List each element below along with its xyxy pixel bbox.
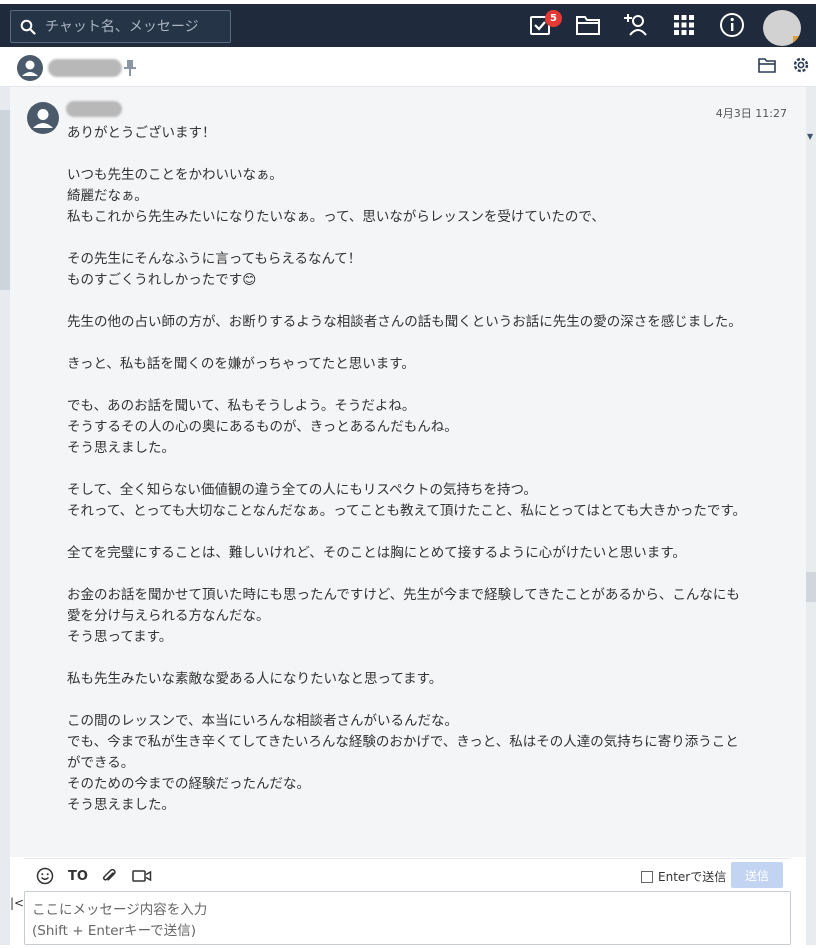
top-edge: [0, 0, 816, 4]
room-header: [0, 47, 816, 87]
message-blank-line: [67, 228, 747, 249]
search-input[interactable]: [45, 18, 225, 35]
message-line: この間のレッスンで、本当にいろんな相談者さんがいるんだな。: [67, 713, 458, 729]
avatar-tag: [793, 36, 801, 46]
message-line: でも、今まで私が生き辛くてしてきたいろんな経験のおかげで、きっと、私はその人達の…: [67, 734, 739, 771]
message-line: ありがとうございます！: [67, 125, 216, 141]
message-line: お金のお話を聞かせて頂いた時にも思ったんですけど、先生が今まで経験してきたことが…: [67, 587, 740, 624]
enter-send-checkbox[interactable]: [641, 870, 653, 883]
right-panel-edge: [806, 87, 816, 945]
message-line: そのための今までの経験だったんだな。: [67, 776, 310, 792]
sender-avatar-icon[interactable]: [27, 102, 59, 134]
search-box[interactable]: [10, 10, 231, 43]
to-button[interactable]: TO: [68, 866, 88, 886]
message-blank-line: [67, 648, 747, 669]
message-line: そして、全く知らない価値観の違う全ての人にもリスペクトの気持ちを持つ。: [67, 482, 537, 498]
video-call-icon[interactable]: [132, 866, 152, 886]
right-panel-scrollbar[interactable]: [806, 572, 816, 602]
room-avatar-icon[interactable]: [17, 55, 43, 81]
collapse-icon[interactable]: |<: [10, 896, 24, 910]
message-blank-line: [67, 291, 747, 312]
message-line: きっと、私も話を聞くのを嫌がっちゃってたと思います。: [67, 356, 415, 372]
collapse-arrow-icon[interactable]: ▼: [807, 132, 813, 141]
message-line: そう思ってます。: [67, 629, 173, 645]
message-line: 先生の他の占い師の方が、お断りするような相談者さんの話も聞くというお話に先生の愛…: [67, 314, 742, 330]
message-line: 綺麗だなぁ。: [67, 188, 148, 204]
add-contact-icon[interactable]: [622, 10, 650, 40]
message-line: 私もこれから先生みたいになりたいなぁ。って、思いながらレッスンを受けていたので、: [67, 209, 605, 225]
message-body: ありがとうございます！ いつも先生のことをかわいいなぁ。 綺麗だなぁ。私もこれから先…: [67, 123, 747, 816]
message-line: 全てを完璧にすることは、難しいけれど、そのことは胸にとめて接するように心がけたい…: [67, 545, 686, 561]
room-name[interactable]: [48, 59, 122, 77]
info-icon[interactable]: [718, 10, 746, 40]
settings-gear-icon[interactable]: [792, 56, 810, 78]
message-line: そう思えました。: [67, 440, 175, 456]
folder-icon[interactable]: [758, 57, 776, 77]
message-blank-line: [67, 690, 747, 711]
message-line: そう思えました。: [67, 797, 175, 813]
emoji-icon[interactable]: [36, 866, 54, 886]
message-timeline: 4月3日 11:27 ありがとうございます！ いつも先生のことをかわいいなぁ。 綺麗…: [10, 87, 806, 857]
message-blank-line: [67, 522, 747, 543]
message-line: その先生にそんなふうに言ってもらえるなんて！: [67, 251, 362, 267]
message-blank-line: [67, 564, 747, 585]
left-scrollbar[interactable]: [0, 110, 10, 290]
pin-icon[interactable]: [122, 58, 138, 78]
enter-send-toggle[interactable]: Enterで送信: [641, 868, 726, 885]
message-line: でも、あのお話を聞いて、私もそうしよう。そうだよね。: [67, 398, 416, 414]
search-icon[interactable]: [11, 19, 45, 35]
message-blank-line: [67, 333, 747, 354]
message-line: そうするその人の心の奥にあるものが、きっとあるんだもんね。: [67, 419, 458, 435]
task-count-badge: 5: [545, 10, 562, 27]
top-bar: 5: [0, 0, 816, 47]
folder-icon[interactable]: [574, 10, 602, 40]
enter-send-label: Enterで送信: [658, 870, 727, 884]
composer-toolbar: TO Enterで送信 送信: [24, 858, 790, 891]
message-line: ものすごくうれしかったです😊: [67, 272, 257, 288]
message-line: 私も先生みたいな素敵な愛ある人になりたいなと思ってます。: [67, 671, 443, 687]
message-input-box[interactable]: [24, 891, 791, 945]
sender-name[interactable]: [66, 101, 122, 117]
message-line: それって、とっても大切なことなんだなぁ。ってことも教えて頂けたこと、私にとっては…: [67, 503, 747, 519]
message-blank-line: [67, 459, 747, 480]
message-blank-line: [67, 144, 747, 165]
message-line: いつも先生のことをかわいいなぁ。: [67, 167, 283, 183]
send-button[interactable]: 送信: [731, 862, 783, 888]
message-timestamp: 4月3日 11:27: [715, 107, 787, 120]
user-avatar[interactable]: [763, 10, 801, 46]
attach-clip-icon[interactable]: [100, 866, 118, 886]
apps-grid-icon[interactable]: [670, 10, 698, 40]
message-input[interactable]: [25, 892, 790, 944]
message-blank-line: [67, 375, 747, 396]
